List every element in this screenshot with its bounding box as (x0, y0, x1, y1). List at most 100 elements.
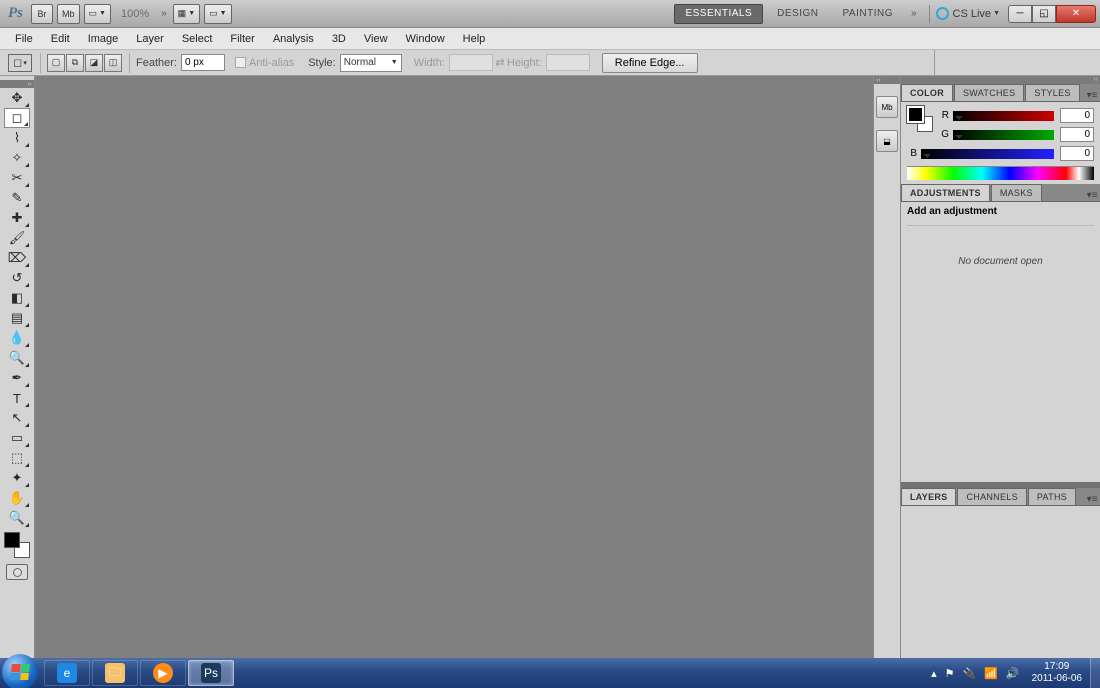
eraser-tool[interactable]: ◧ (4, 288, 30, 308)
clock[interactable]: 17:09 2011-06-06 (1032, 661, 1082, 685)
tray-flag-icon[interactable]: ⚑ (945, 667, 955, 680)
cslive-button[interactable]: CS Live▼ (936, 7, 1000, 20)
extras-button[interactable]: ▭▼ (204, 4, 231, 24)
input-blue[interactable] (1060, 146, 1094, 161)
selection-subtract-icon[interactable]: ◪ (85, 54, 103, 72)
history-brush-tool[interactable]: ↺ (4, 268, 30, 288)
color-fgbg-swatch[interactable] (907, 106, 933, 132)
menu-window[interactable]: Window (397, 31, 454, 47)
dock-minibridge-icon[interactable]: Mb (876, 96, 898, 118)
dodge-tool[interactable]: 🔍 (4, 348, 30, 368)
3d-tool[interactable]: ⬚ (4, 448, 30, 468)
menu-file[interactable]: File (6, 31, 42, 47)
tab-paths[interactable]: PATHS (1028, 488, 1076, 505)
adjustments-panel-menu-icon[interactable]: ▾≡ (1084, 190, 1100, 201)
tab-color[interactable]: COLOR (901, 84, 953, 101)
menu-bar: File Edit Image Layer Select Filter Anal… (0, 28, 1100, 50)
tab-styles[interactable]: STYLES (1025, 84, 1079, 101)
workspace-essentials[interactable]: ESSENTIALS (674, 4, 763, 24)
tool-preset-picker[interactable]: ◻▾ (8, 54, 32, 72)
task-explorer[interactable]: 🗀 (92, 660, 138, 686)
workspace-design[interactable]: DESIGN (767, 4, 828, 24)
window-close-button[interactable]: ✕ (1056, 5, 1096, 23)
fg-color-swatch[interactable] (4, 532, 20, 548)
eyedropper-tool[interactable]: ✎ (4, 188, 30, 208)
screen-mode-button[interactable]: ▭▼ (84, 4, 111, 24)
selection-intersect-icon[interactable]: ◫ (104, 54, 122, 72)
tools-grip[interactable]: ›› (0, 80, 34, 88)
menu-analysis[interactable]: Analysis (264, 31, 323, 47)
marquee-tool[interactable]: ◻ (4, 108, 30, 128)
type-tool[interactable]: T (4, 388, 30, 408)
adjustments-panel-tabs: ADJUSTMENTS MASKS ▾≡ (901, 184, 1100, 202)
shape-tool[interactable]: ▭ (4, 428, 30, 448)
color-panel-menu-icon[interactable]: ▾≡ (1084, 90, 1100, 101)
brush-tool[interactable]: 🖌 (4, 228, 30, 248)
window-minimize-button[interactable]: ─ (1008, 5, 1032, 23)
healing-tool[interactable]: ✚ (4, 208, 30, 228)
menu-select[interactable]: Select (173, 31, 222, 47)
stamp-tool[interactable]: ⌦ (4, 248, 30, 268)
menu-filter[interactable]: Filter (221, 31, 263, 47)
dock-strip-grip[interactable]: ‹‹ (874, 76, 900, 84)
input-green[interactable] (1060, 127, 1094, 142)
menu-view[interactable]: View (355, 31, 397, 47)
path-tool[interactable]: ↖ (4, 408, 30, 428)
refine-edge-button[interactable]: Refine Edge... (602, 53, 698, 73)
quickmask-button[interactable] (6, 564, 28, 580)
slider-red[interactable] (953, 111, 1054, 121)
slider-blue[interactable] (921, 149, 1054, 159)
blur-tool[interactable]: 💧 (4, 328, 30, 348)
menu-layer[interactable]: Layer (127, 31, 173, 47)
arrange-button[interactable]: ▦▼ (173, 4, 200, 24)
minibridge-button[interactable]: Mb (57, 4, 80, 24)
selection-add-icon[interactable]: ⧉ (66, 54, 84, 72)
show-desktop-button[interactable] (1090, 658, 1100, 688)
bridge-button[interactable]: Br (31, 4, 53, 24)
window-maximize-button[interactable]: ◱ (1032, 5, 1056, 23)
style-select[interactable]: Normal▼ (340, 54, 402, 72)
lasso-tool[interactable]: ⌇ (4, 128, 30, 148)
fgbg-swatch[interactable] (4, 532, 30, 558)
move-tool[interactable]: ✥ (4, 88, 30, 108)
ps-icon: Ps (201, 663, 221, 683)
hand-tool[interactable]: ✋ (4, 488, 30, 508)
selection-new-icon[interactable]: ▢ (47, 54, 65, 72)
tray-volume-icon[interactable]: 🔊 (1006, 667, 1020, 680)
menu-edit[interactable]: Edit (42, 31, 79, 47)
collapse-arrow-icon[interactable]: » (161, 8, 167, 19)
tab-layers[interactable]: LAYERS (901, 488, 956, 505)
task-mediaplayer[interactable]: ▶ (140, 660, 186, 686)
crop-tool[interactable]: ✂ (4, 168, 30, 188)
start-button[interactable] (2, 654, 38, 688)
adjustments-panel: Add an adjustment No document open (901, 202, 1100, 482)
workspace-painting[interactable]: PAINTING (832, 4, 902, 24)
tray-up-icon[interactable]: ▴ (931, 667, 937, 680)
menu-image[interactable]: Image (79, 31, 128, 47)
slider-green[interactable] (953, 130, 1054, 140)
gradient-tool[interactable]: ▤ (4, 308, 30, 328)
input-red[interactable] (1060, 108, 1094, 123)
color-ramp[interactable] (907, 166, 1094, 180)
tab-swatches[interactable]: SWATCHES (954, 84, 1024, 101)
tray-power-icon[interactable]: 🔌 (962, 667, 976, 680)
menu-3d[interactable]: 3D (323, 31, 355, 47)
layers-panel-menu-icon[interactable]: ▾≡ (1084, 494, 1100, 505)
panels-grip[interactable]: ›› (901, 76, 1100, 84)
tab-channels[interactable]: CHANNELS (957, 488, 1026, 505)
tab-adjustments[interactable]: ADJUSTMENTS (901, 184, 990, 201)
tab-masks[interactable]: MASKS (991, 184, 1042, 201)
task-ie[interactable]: e (44, 660, 90, 686)
feather-input[interactable] (181, 54, 225, 71)
menu-help[interactable]: Help (454, 31, 495, 47)
task-photoshop[interactable]: Ps (188, 660, 234, 686)
tray-network-icon[interactable]: 📶 (984, 667, 998, 680)
zoom-tool[interactable]: 🔍 (4, 508, 30, 528)
dock-history-icon[interactable]: ⬓ (876, 130, 898, 152)
selection-mode-group: ▢ ⧉ ◪ ◫ (47, 54, 123, 72)
camera-tool[interactable]: ✦ (4, 468, 30, 488)
wand-tool[interactable]: ✧ (4, 148, 30, 168)
windows-logo-icon (10, 664, 30, 680)
workspace-more-icon[interactable]: » (911, 8, 917, 19)
pen-tool[interactable]: ✒ (4, 368, 30, 388)
